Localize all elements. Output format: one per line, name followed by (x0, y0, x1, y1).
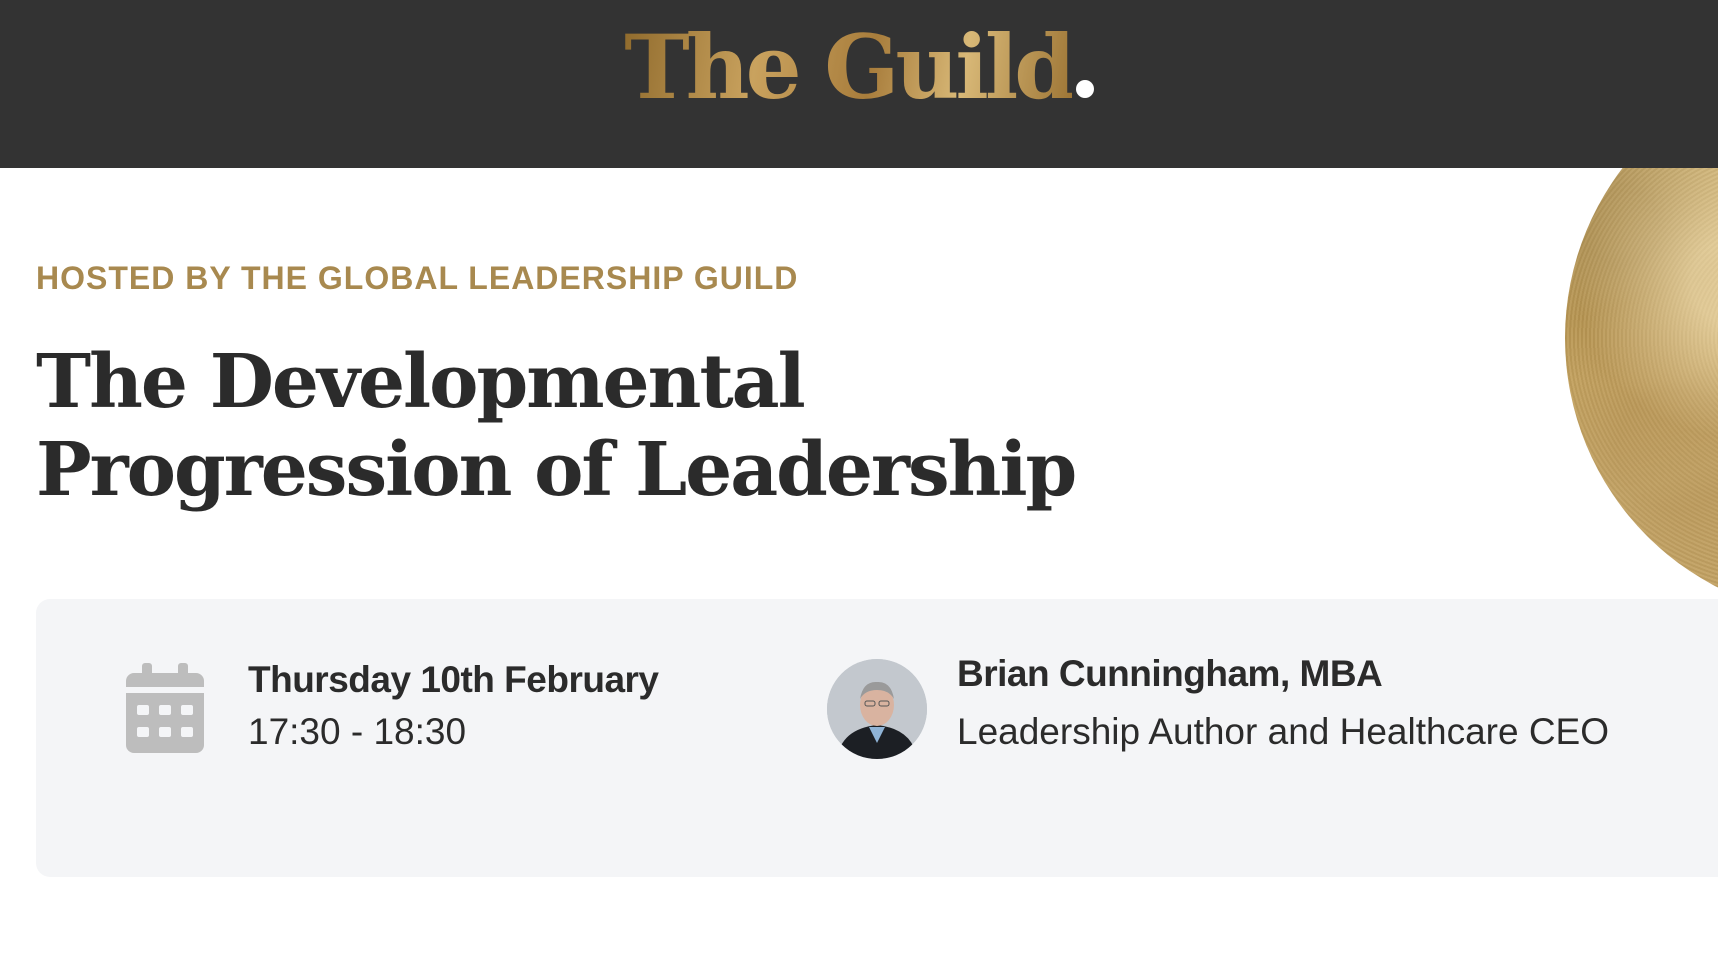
speaker-avatar[interactable] (827, 659, 927, 759)
speaker-photo (827, 659, 927, 759)
event-time: 17:30 - 18:30 (248, 711, 467, 752)
gold-disc (1565, 168, 1718, 598)
guild-logo[interactable]: The Guild (0, 12, 1718, 122)
event-title-line-1: The Developmental (36, 339, 806, 425)
logo-text: The Guild (624, 15, 1076, 119)
gold-circle-decoration (1565, 168, 1718, 598)
event-date: Thursday 10th February (248, 659, 659, 700)
hosted-by-label: HOSTED BY THE GLOBAL LEADERSHIP GUILD (36, 260, 799, 296)
event-title-line-2: Progression of Leadership (36, 427, 1077, 513)
event-info-card: Thursday 10th February 17:30 - 18:30 Bri… (36, 599, 1718, 877)
logo-dot (1075, 80, 1094, 98)
speaker-role: Leadership Author and Healthcare CEO (957, 711, 1610, 752)
calendar-icon (126, 663, 204, 753)
speaker-name: Brian Cunningham, MBA (957, 653, 1383, 694)
site-header: The Guild (0, 0, 1718, 168)
event-title: The Developmental Progression of Leaders… (36, 338, 1136, 514)
